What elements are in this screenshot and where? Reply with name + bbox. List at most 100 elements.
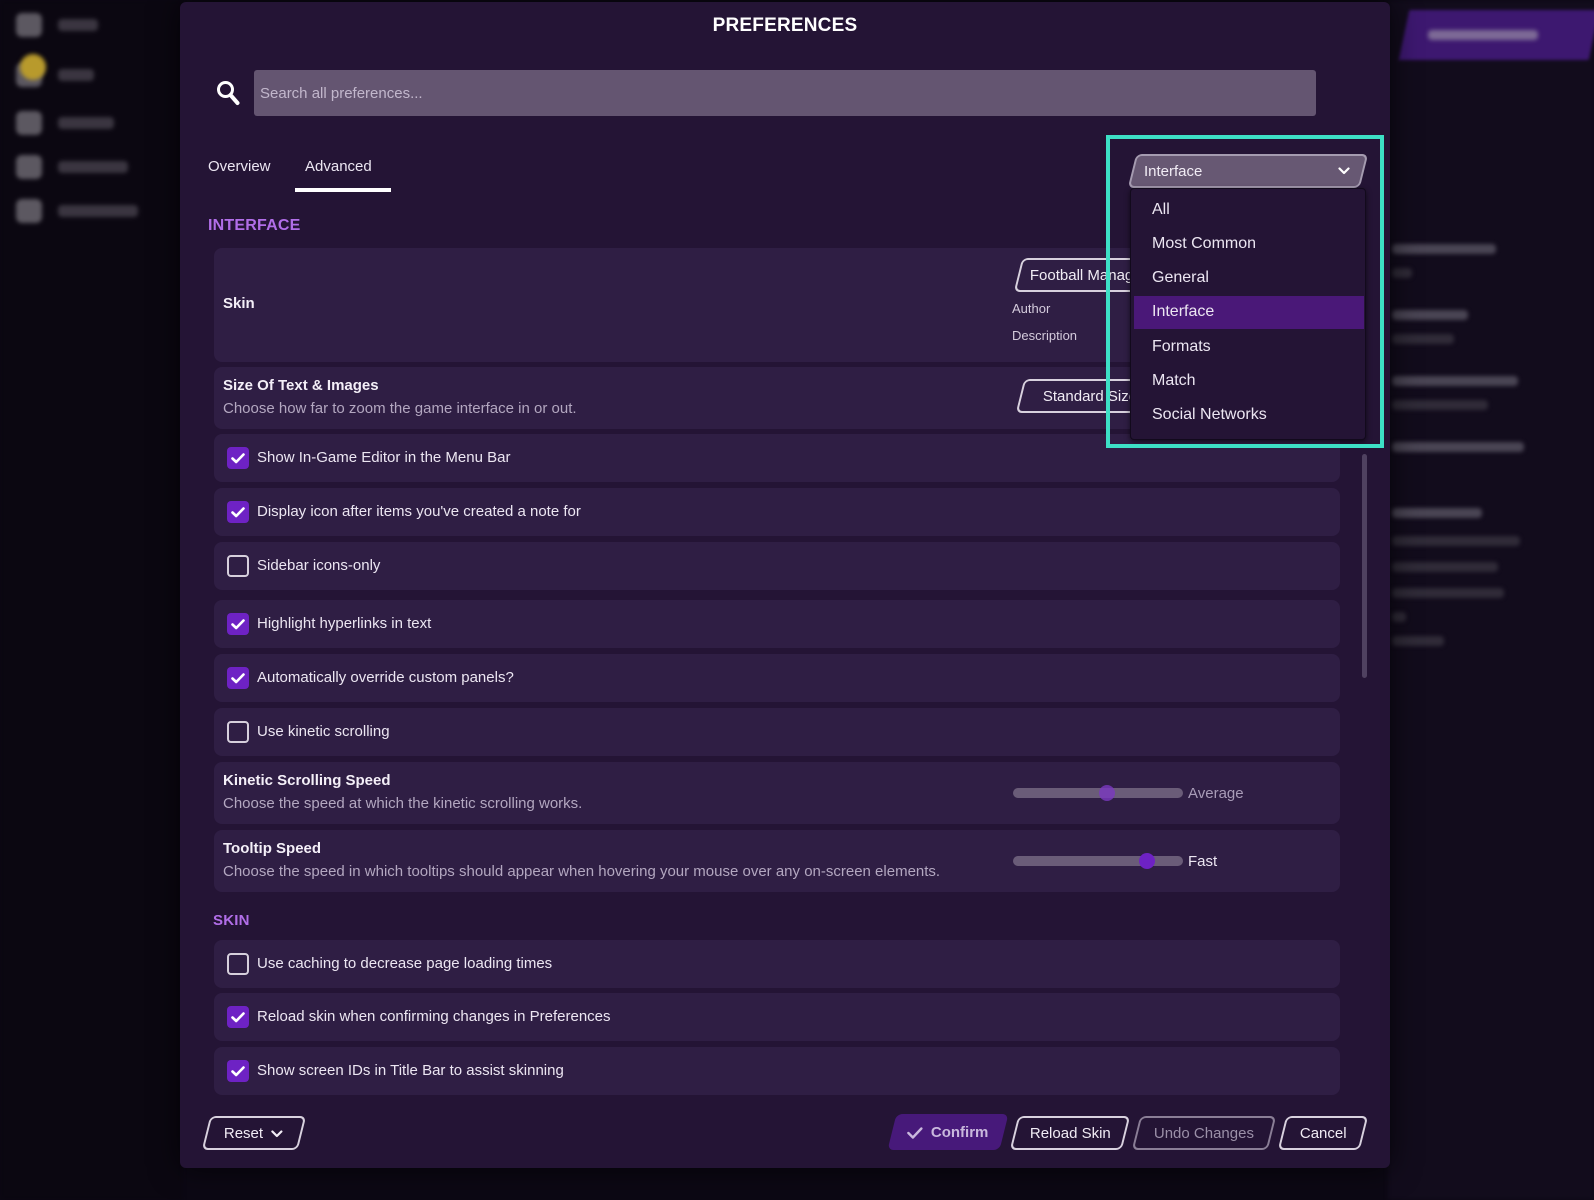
checkbox-unchecked[interactable] [227, 953, 249, 975]
checkmark-icon [231, 1011, 245, 1022]
bg-text [1392, 334, 1454, 344]
cancel-button[interactable]: Cancel [1277, 1116, 1369, 1150]
skin-author-label: Author [1012, 301, 1051, 316]
checkbox-row: Highlight hyperlinks in text [214, 600, 1340, 648]
undo-changes-label: Undo Changes [1153, 1124, 1255, 1142]
checkbox-label[interactable]: Use kinetic scrolling [257, 723, 390, 740]
tooltip-speed-row: Tooltip Speed Choose the speed in which … [214, 830, 1340, 892]
chevron-down-icon [271, 1129, 284, 1137]
category-dropdown-menu: All Most Common General Interface Formats Mat… [1130, 188, 1366, 440]
kinetic-speed-value: Average [1188, 785, 1244, 802]
continue-label-blurred [1428, 30, 1538, 40]
job-security-icon [16, 199, 42, 223]
size-text-description: Choose how far to zoom the game interfac… [223, 400, 577, 417]
section-title-skin: SKIN [213, 912, 250, 929]
reset-label: Reset [224, 1124, 264, 1142]
search-input[interactable] [254, 70, 1316, 116]
bg-text [1392, 268, 1412, 278]
kinetic-speed-title: Kinetic Scrolling Speed [223, 772, 391, 789]
kinetic-speed-slider[interactable] [1013, 785, 1183, 801]
background-sidebar [0, 0, 182, 1200]
checkmark-icon [907, 1126, 923, 1138]
slider-thumb[interactable] [1098, 785, 1115, 801]
active-tab-indicator [295, 188, 391, 192]
dropdown-option[interactable]: Social Networks [1134, 399, 1364, 432]
checkbox-unchecked[interactable] [227, 555, 249, 577]
checkbox-row: Use kinetic scrolling [214, 708, 1340, 756]
chevron-down-icon [1338, 167, 1350, 175]
checkbox-checked[interactable] [227, 1060, 249, 1082]
dropdown-option[interactable]: Interface [1134, 295, 1364, 329]
size-text-title: Size Of Text & Images [223, 377, 379, 394]
tooltip-speed-title: Tooltip Speed [223, 840, 322, 857]
cancel-label: Cancel [1299, 1124, 1347, 1142]
checkmark-icon [231, 672, 245, 683]
kinetic-speed-row: Kinetic Scrolling Speed Choose the speed… [214, 762, 1340, 824]
checkmark-icon [231, 452, 245, 463]
checkbox-checked[interactable] [227, 1006, 249, 1028]
checkbox-label[interactable]: Automatically override custom panels? [257, 669, 514, 686]
tooltip-speed-description: Choose the speed in which tooltips shoul… [223, 863, 941, 880]
checkbox-row: Reload skin when confirming changes in P… [214, 993, 1340, 1041]
bg-text [1392, 612, 1406, 622]
bg-text [1392, 636, 1444, 646]
content-scrollbar[interactable] [1362, 454, 1367, 678]
tab-advanced[interactable]: Advanced [305, 158, 372, 175]
section-title-interface: INTERFACE [208, 217, 301, 234]
bg-sidebar-item [16, 152, 166, 182]
checkbox-unchecked[interactable] [227, 721, 249, 743]
checkbox-checked[interactable] [227, 501, 249, 523]
slider-thumb[interactable] [1139, 853, 1156, 869]
checkbox-label[interactable]: Use caching to decrease page loading tim… [257, 955, 552, 972]
bg-text [1392, 562, 1498, 572]
home-icon [16, 13, 42, 37]
dropdown-option[interactable]: Formats [1134, 330, 1364, 363]
undo-changes-button[interactable]: Undo Changes [1131, 1116, 1277, 1150]
bg-text [1392, 536, 1520, 546]
checkbox-label[interactable]: Show screen IDs in Title Bar to assist s… [257, 1062, 564, 1079]
bg-sidebar-item [16, 10, 166, 40]
skin-description-label: Description [1012, 328, 1078, 343]
reload-skin-label: Reload Skin [1029, 1124, 1111, 1142]
checkbox-checked[interactable] [227, 667, 249, 689]
checkbox-checked[interactable] [227, 447, 249, 469]
checkbox-label[interactable]: Highlight hyperlinks in text [257, 615, 431, 632]
tab-overview[interactable]: Overview [208, 158, 271, 175]
checkbox-row: Display icon after items you've created … [214, 488, 1340, 536]
size-select-value: Standard Size [1042, 387, 1138, 405]
checkbox-row: Automatically override custom panels? [214, 654, 1340, 702]
checkbox-label[interactable]: Show In-Game Editor in the Menu Bar [257, 449, 510, 466]
reload-skin-button[interactable]: Reload Skin [1009, 1116, 1131, 1150]
category-dropdown[interactable]: Interface [1127, 154, 1369, 188]
dropdown-option[interactable]: Match [1134, 365, 1364, 398]
bg-text [1392, 400, 1488, 410]
dialog-title: PREFERENCES [712, 15, 858, 36]
dropdown-option[interactable]: General [1134, 262, 1364, 295]
bg-text [1392, 588, 1504, 598]
notification-badge [20, 54, 46, 80]
bg-sidebar-item [16, 196, 166, 226]
confirm-label: Confirm [931, 1123, 989, 1141]
confirm-button[interactable]: Confirm [887, 1114, 1009, 1150]
checkbox-row: Use caching to decrease page loading tim… [214, 940, 1340, 988]
checkbox-label[interactable]: Display icon after items you've created … [257, 503, 581, 520]
tooltip-speed-slider[interactable] [1013, 853, 1183, 869]
reset-button[interactable]: Reset [201, 1116, 307, 1150]
bg-sidebar-item [16, 108, 166, 138]
bg-text [1392, 244, 1496, 254]
checkbox-label[interactable]: Sidebar icons-only [257, 557, 380, 574]
checkmark-icon [231, 1065, 245, 1076]
dropdown-option[interactable]: Most Common [1134, 227, 1364, 260]
bg-text [1392, 376, 1518, 386]
checkbox-label[interactable]: Reload skin when confirming changes in P… [257, 1008, 611, 1025]
checkmark-icon [231, 618, 245, 629]
kinetic-speed-description: Choose the speed at which the kinetic sc… [223, 795, 583, 812]
checkbox-row: Show screen IDs in Title Bar to assist s… [214, 1047, 1340, 1095]
bg-text [1392, 310, 1468, 320]
tooltip-speed-value: Fast [1188, 853, 1218, 870]
checkbox-checked[interactable] [227, 613, 249, 635]
background-right-panel [1388, 0, 1594, 1200]
dropdown-option[interactable]: All [1134, 193, 1364, 226]
search-icon [217, 81, 240, 105]
category-dropdown-value: Interface [1144, 162, 1203, 180]
